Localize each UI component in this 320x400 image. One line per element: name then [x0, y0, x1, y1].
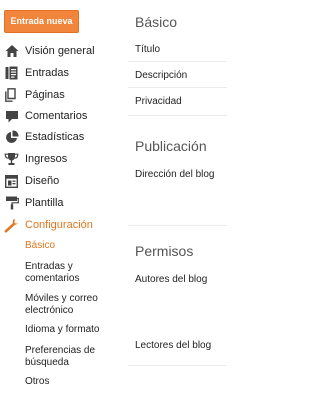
sidebar-item-stats[interactable]: Estadísticas [4, 127, 84, 147]
setting-blog-authors: Autores del blog [135, 274, 208, 285]
sidebar-item-label: Plantilla [25, 197, 64, 209]
submenu-item-language-format[interactable]: Idioma y formato [25, 324, 121, 336]
new-post-button[interactable]: Entrada nueva [4, 10, 79, 33]
sidebar-item-label: Estadísticas [25, 131, 85, 143]
paint-roller-icon [4, 196, 19, 211]
sidebar-item-label: Páginas [25, 89, 65, 101]
divider [128, 365, 227, 366]
submenu-item-other[interactable]: Otros [25, 376, 121, 388]
sidebar-item-earnings[interactable]: Ingresos [4, 149, 67, 169]
setting-title: Título [135, 44, 161, 55]
sidebar-item-label: Entradas [25, 67, 70, 79]
divider [128, 225, 227, 226]
sidebar-nav: Entrada nueva Visión general Entradas Pá… [0, 0, 122, 400]
settings-content: Básico Título Descripción Privacidad Pub… [128, 0, 227, 400]
setting-description: Descripción [135, 70, 188, 81]
submenu-item-search-preferences[interactable]: Preferencias de búsqueda [25, 345, 121, 369]
trophy-icon [4, 152, 19, 167]
pages-icon [4, 88, 19, 103]
posts-icon [4, 66, 19, 81]
wrench-icon [4, 218, 19, 233]
pie-chart-icon [4, 130, 19, 145]
divider [128, 87, 227, 88]
setting-privacy: Privacidad [135, 96, 182, 107]
sidebar-item-comments[interactable]: Comentarios [4, 106, 87, 126]
sidebar-item-pages[interactable]: Páginas [4, 85, 65, 105]
submenu-item-posts-comments[interactable]: Entradas y comentarios [25, 261, 121, 285]
submenu-item-mobile-email[interactable]: Móviles y correo electrónico [25, 293, 121, 317]
home-icon [4, 44, 19, 59]
divider [128, 61, 227, 62]
sidebar-item-label: Comentarios [25, 110, 88, 122]
sidebar-item-posts[interactable]: Entradas [4, 63, 69, 83]
sidebar-item-layout[interactable]: Diseño [4, 171, 59, 191]
setting-blog-readers: Lectores del blog [135, 340, 212, 351]
sidebar-item-label: Diseño [25, 175, 60, 187]
setting-blog-address: Dirección del blog [135, 169, 215, 180]
section-title-basic: Básico [135, 14, 178, 30]
sidebar-item-settings[interactable]: Configuración [4, 215, 93, 235]
layout-icon [4, 174, 19, 189]
sidebar-item-label: Ingresos [25, 153, 68, 165]
divider [128, 115, 227, 116]
submenu-item-basic[interactable]: Básico [25, 240, 121, 252]
comment-icon [4, 109, 19, 124]
sidebar-item-label: Visión general [25, 45, 95, 57]
sidebar-item-label: Configuración [25, 219, 93, 231]
sidebar-item-template[interactable]: Plantilla [4, 193, 64, 213]
sidebar-item-overview[interactable]: Visión general [4, 41, 95, 61]
section-title-publishing: Publicación [135, 138, 207, 154]
section-title-permissions: Permisos [135, 243, 194, 259]
